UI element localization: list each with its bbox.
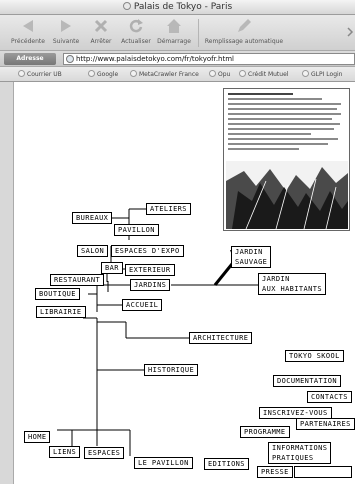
bookmark-icon xyxy=(18,70,25,77)
forward-arrow-icon xyxy=(61,20,71,32)
window-title-bar: Palais de Tokyo - Paris xyxy=(0,0,355,15)
sidebar-tab-strip xyxy=(0,82,14,484)
nav-le-pavillon[interactable]: LE PAVILLON xyxy=(134,457,193,469)
nav-partenaires[interactable]: PARTENAIRES xyxy=(296,418,355,430)
favorite-link[interactable]: GLPI Login xyxy=(302,70,342,78)
toolbar-separator xyxy=(198,19,199,47)
favorite-link[interactable]: Opu xyxy=(209,70,230,78)
article-text-block xyxy=(228,93,346,159)
nav-ateliers[interactable]: ATELIERS xyxy=(146,203,191,215)
chevron-right-icon[interactable] xyxy=(347,27,354,37)
nav-informations-pratiques[interactable]: INFORMATIONS PRATIQUES xyxy=(268,442,332,464)
favorites-bar: Courrier UB Google MetaCrawler France Op… xyxy=(0,67,355,82)
nav-historique[interactable]: HISTORIQUE xyxy=(144,364,199,376)
nav-espaces[interactable]: ESPACES xyxy=(84,447,125,459)
nav-editions[interactable]: EDITIONS xyxy=(204,458,249,470)
back-button[interactable]: Précédente xyxy=(10,17,46,49)
nav-boutique[interactable]: BOUTIQUE xyxy=(35,288,80,300)
nav-documentation[interactable]: DOCUMENTATION xyxy=(273,375,341,387)
url-field[interactable]: http://www.palaisdetokyo.com/fr/tokyofr.… xyxy=(63,53,355,65)
nav-accueil[interactable]: ACCUEIL xyxy=(122,299,163,311)
blank-box xyxy=(294,466,352,478)
forward-button[interactable]: Suivante xyxy=(49,17,83,49)
favorite-link[interactable]: Courrier UB xyxy=(18,70,62,78)
refresh-icon xyxy=(129,19,143,33)
nav-contacts[interactable]: CONTACTS xyxy=(307,391,352,403)
nav-tokyo-skool[interactable]: TOKYO SKOOL xyxy=(285,350,344,362)
page-icon xyxy=(122,2,131,10)
back-arrow-icon xyxy=(23,20,33,32)
home-button[interactable]: Démarrage xyxy=(156,17,192,49)
bookmark-icon xyxy=(239,70,246,77)
nav-jardins[interactable]: JARDINS xyxy=(130,279,171,291)
nav-bar[interactable]: BAR xyxy=(101,262,123,274)
nav-bureaux[interactable]: BUREAUX xyxy=(72,212,113,224)
nav-espaces-expo[interactable]: ESPACES D'EXPO xyxy=(111,245,184,257)
nav-jardin-habitants[interactable]: JARDIN AUX HABITANTS xyxy=(258,273,326,295)
bookmark-icon xyxy=(209,70,216,77)
favorite-link[interactable]: Crédit Mutuel xyxy=(239,70,288,78)
globe-icon xyxy=(66,55,74,63)
nav-architecture[interactable]: ARCHITECTURE xyxy=(189,332,253,344)
stop-x-icon xyxy=(94,19,108,33)
nav-salon[interactable]: SALON xyxy=(77,245,109,257)
nav-programme[interactable]: PROGRAMME xyxy=(240,426,290,438)
nav-exterieur[interactable]: EXTERIEUR xyxy=(125,264,175,276)
stop-button[interactable]: Arrêter xyxy=(86,17,116,49)
nav-presse[interactable]: PRESSE xyxy=(257,466,293,478)
article-thumbnail-image[interactable] xyxy=(223,88,350,231)
nav-jardin-sauvage[interactable]: JARDIN SAUVAGE xyxy=(231,246,272,268)
building-photo xyxy=(226,161,348,229)
address-bar: Adresse http://www.palaisdetokyo.com/fr/… xyxy=(0,51,355,67)
nav-home[interactable]: HOME xyxy=(24,431,51,443)
nav-restaurant[interactable]: RESTAURANT xyxy=(50,274,105,286)
favorite-link[interactable]: Google xyxy=(88,70,118,78)
browser-toolbar: Précédente Suivante Arrêter Actualiser D… xyxy=(0,15,355,51)
window-title: Palais de Tokyo - Paris xyxy=(133,2,233,12)
nav-liens[interactable]: LIENS xyxy=(49,446,81,458)
bookmark-icon xyxy=(130,70,137,77)
bookmark-icon xyxy=(88,70,95,77)
bookmark-icon xyxy=(302,70,309,77)
address-label: Adresse xyxy=(4,53,56,65)
favorite-link[interactable]: MetaCrawler France xyxy=(130,70,199,78)
nav-librairie[interactable]: LIBRAIRIE xyxy=(36,306,86,318)
refresh-button[interactable]: Actualiser xyxy=(118,17,154,49)
nav-pavillon[interactable]: PAVILLON xyxy=(114,224,159,236)
url-text: http://www.palaisdetokyo.com/fr/tokyofr.… xyxy=(76,55,235,63)
pencil-icon xyxy=(238,19,251,32)
autofill-button[interactable]: Remplissage automatique xyxy=(202,17,286,49)
house-icon xyxy=(167,19,181,33)
